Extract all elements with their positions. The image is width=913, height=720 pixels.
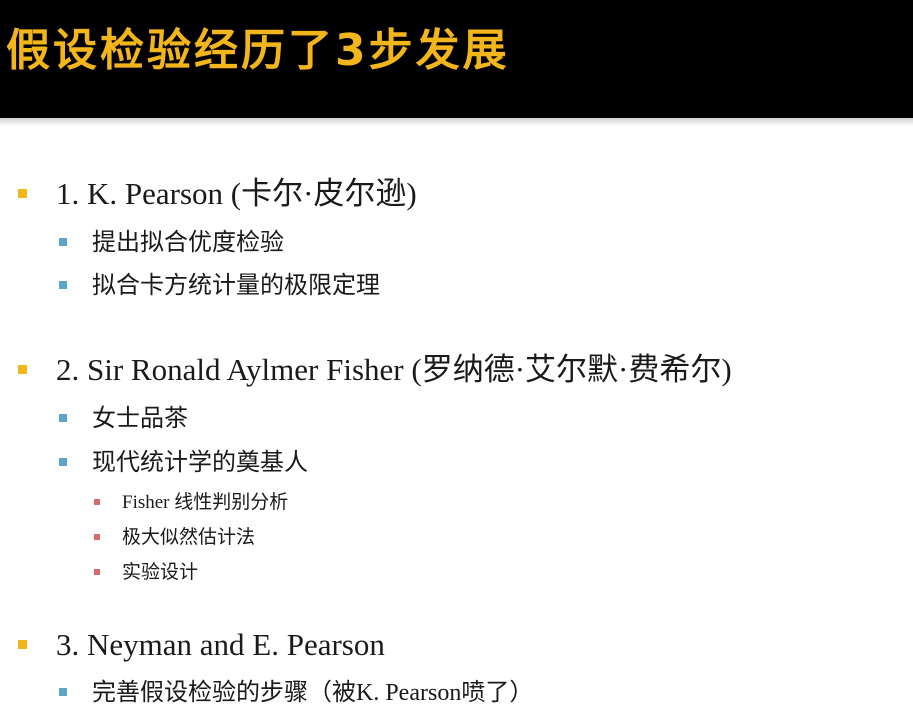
title-bar: 假设检验经历了3步发展	[0, 0, 913, 118]
outline-subitem: 现代统计学的奠基人	[59, 447, 308, 478]
outline-subitem: 完善假设检验的步骤（被K. Pearson喷了）	[59, 677, 534, 708]
outline-item-text: 2. Sir Ronald Aylmer Fisher (罗纳德·艾尔默·费希尔…	[56, 352, 732, 387]
outline-subitem: 女士品茶	[59, 403, 188, 434]
square-bullet-icon	[18, 365, 27, 374]
outline-item-fisher: 2. Sir Ronald Aylmer Fisher (罗纳德·艾尔默·费希尔…	[18, 351, 732, 389]
square-bullet-icon	[59, 414, 67, 422]
square-bullet-icon	[94, 534, 100, 540]
outline-item-text: 3. Neyman and E. Pearson	[56, 627, 385, 662]
outline-subsubitem-text: Fisher 线性判别分析	[122, 492, 289, 513]
outline-subitem-text: 提出拟合优度检验	[92, 230, 284, 256]
outline-subitem-text: 拟合卡方统计量的极限定理	[92, 273, 380, 299]
outline-subsubitem: 实验设计	[94, 560, 199, 585]
outline-item-neyman-pearson: 3. Neyman and E. Pearson	[18, 626, 385, 664]
outline-subitem-text: 完善假设检验的步骤（被K. Pearson喷了）	[92, 680, 534, 706]
square-bullet-icon	[59, 238, 67, 246]
slide-title: 假设检验经历了3步发展	[6, 25, 510, 76]
outline-subsubitem-text: 极大似然估计法	[122, 527, 256, 548]
outline-subitem: 拟合卡方统计量的极限定理	[59, 270, 380, 301]
square-bullet-icon	[18, 640, 27, 649]
outline-subitem: 提出拟合优度检验	[59, 227, 284, 258]
square-bullet-icon	[59, 458, 67, 466]
outline-item-pearson: 1. K. Pearson (卡尔·皮尔逊)	[18, 175, 417, 213]
outline-subsubitem: Fisher 线性判别分析	[94, 490, 289, 515]
square-bullet-icon	[59, 281, 67, 289]
square-bullet-icon	[59, 688, 67, 696]
square-bullet-icon	[94, 499, 100, 505]
outline-subsubitem: 极大似然估计法	[94, 525, 256, 550]
outline-subitem-text: 现代统计学的奠基人	[92, 450, 308, 476]
outline-item-text: 1. K. Pearson (卡尔·皮尔逊)	[56, 176, 417, 211]
square-bullet-icon	[94, 569, 100, 575]
title-divider	[0, 118, 913, 126]
outline-subitem-text: 女士品茶	[92, 406, 188, 432]
outline-subsubitem-text: 实验设计	[122, 562, 199, 583]
square-bullet-icon	[18, 189, 27, 198]
